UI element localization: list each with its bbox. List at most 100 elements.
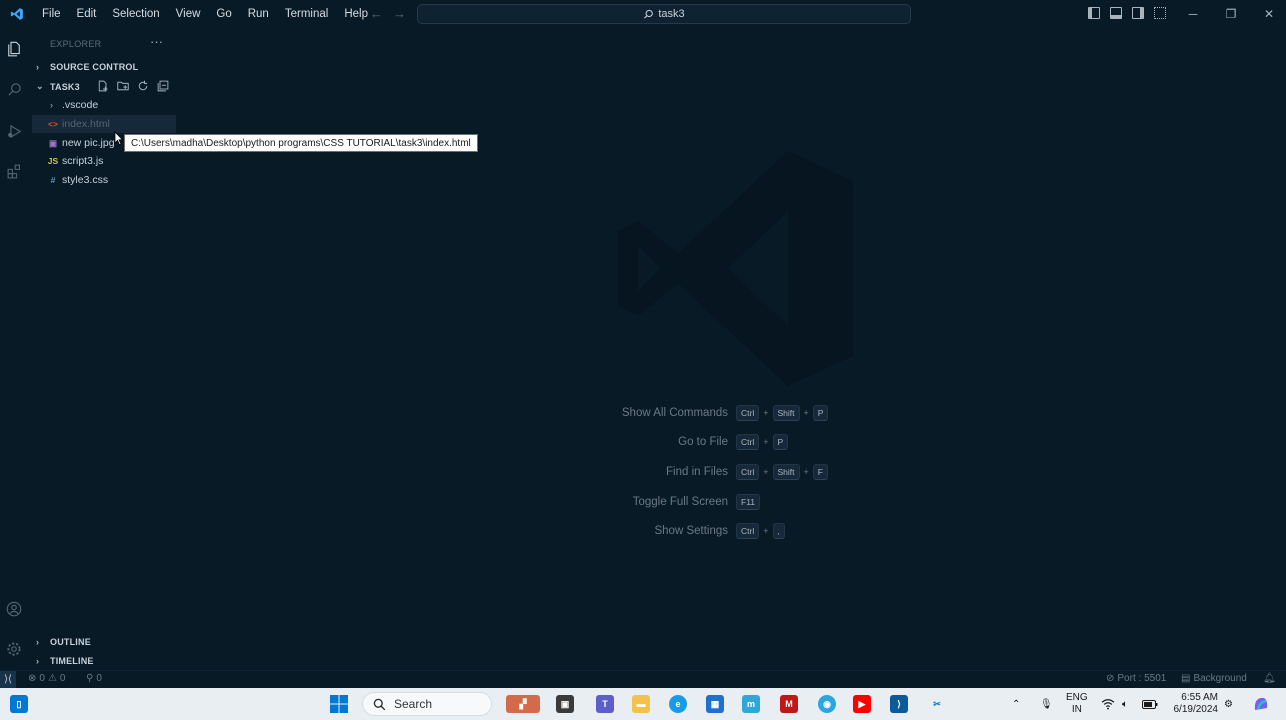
shortcut-find-in-files: Find in Files Ctrl + Shift + F	[560, 462, 828, 482]
tree-item-vscode[interactable]: › .vscode	[32, 96, 176, 114]
ports-count: 0	[96, 673, 102, 684]
menu-view[interactable]: View	[168, 8, 209, 20]
store-icon[interactable]: ▦	[706, 695, 724, 713]
tree-item-label: script3.js	[62, 155, 104, 167]
widgets-icon[interactable]: ▯	[10, 695, 28, 713]
system-clock[interactable]: 6:55 AM 6/19/2024	[1168, 688, 1219, 720]
timeline-section[interactable]: › TIMELINE	[36, 656, 94, 666]
explorer-sidebar: EXPLORER ··· › SOURCE CONTROL ⌄ TASK3 › …	[28, 28, 176, 670]
tree-item-index-html[interactable]: <> index.html	[32, 115, 176, 133]
language-code: ENG	[1066, 692, 1088, 703]
folder-section[interactable]: ⌄ TASK3	[36, 81, 80, 92]
chevron-right-icon: ›	[36, 656, 40, 666]
wifi-icon[interactable]	[1101, 688, 1115, 720]
minimize-button[interactable]: ─	[1174, 0, 1212, 28]
vscode-taskbar-icon[interactable]: ⟩	[890, 695, 908, 713]
edge-icon[interactable]: e	[669, 695, 687, 713]
toggle-panel-icon[interactable]	[1110, 7, 1122, 19]
mcafee-wps-icon[interactable]: m	[742, 695, 760, 713]
restore-button[interactable]: ❐	[1212, 0, 1250, 28]
bing-highlight-icon[interactable]: ▞	[506, 695, 540, 713]
antenna-icon: ⚲	[86, 673, 94, 684]
tree-item-style3[interactable]: # style3.css	[32, 171, 176, 189]
key-cap: F	[812, 464, 828, 480]
ports-indicator[interactable]: ⚲ 0	[86, 673, 102, 684]
command-center-search[interactable]: task3	[417, 4, 911, 24]
live-server-port[interactable]: ⊘ Port : 5501	[1106, 673, 1166, 684]
tray-overflow-icon[interactable]: ⌃	[1012, 688, 1020, 720]
menu-file[interactable]: File	[34, 8, 69, 20]
forward-arrow-icon[interactable]: →	[393, 6, 406, 21]
title-bar: File Edit Selection View Go Run Terminal…	[0, 0, 1286, 28]
key-cap: Shift	[772, 464, 800, 480]
menu-selection[interactable]: Selection	[104, 8, 167, 20]
toggle-secondary-sidebar-icon[interactable]	[1132, 7, 1144, 19]
menu-edit[interactable]: Edit	[69, 8, 105, 20]
key-cap: ,	[772, 523, 785, 539]
menu-go[interactable]: Go	[208, 8, 239, 20]
new-folder-icon[interactable]	[116, 79, 129, 92]
remote-indicator-icon[interactable]: ⟩⟨	[0, 671, 16, 688]
js-file-icon: JS	[47, 156, 59, 166]
source-control-section[interactable]: › SOURCE CONTROL	[36, 62, 138, 72]
customize-layout-icon[interactable]	[1154, 7, 1166, 19]
menu-run[interactable]: Run	[240, 8, 277, 20]
port-label: Port : 5501	[1117, 673, 1167, 684]
file-explorer-icon[interactable]: ▬	[632, 695, 650, 713]
taskbar-search[interactable]: Search	[362, 692, 492, 716]
extensions-icon[interactable]	[3, 160, 25, 182]
outline-section[interactable]: › OUTLINE	[36, 637, 91, 647]
problems-indicator[interactable]: ⊗ 0 ⚠ 0	[28, 673, 65, 684]
shortcut-go-to-file: Go to File Ctrl + P	[560, 432, 789, 452]
more-actions-icon[interactable]: ···	[150, 34, 163, 49]
search-icon[interactable]	[3, 78, 25, 100]
microphone-icon[interactable]: 🎙︎	[1040, 688, 1053, 720]
region-code: IN	[1071, 704, 1082, 715]
teams-icon[interactable]: T	[596, 695, 614, 713]
start-button[interactable]	[330, 695, 348, 713]
tree-item-script3[interactable]: JS script3.js	[32, 152, 176, 170]
timeline-label: TIMELINE	[50, 656, 94, 666]
warning-count: 0	[59, 673, 66, 684]
background-indicator[interactable]: ▤ Background	[1181, 673, 1247, 684]
layout-controls	[1088, 7, 1166, 19]
key-cap: Ctrl	[736, 434, 760, 450]
shortcut-show-all-commands: Show All Commands Ctrl + Shift + P	[560, 403, 829, 423]
nav-arrows: ← →	[370, 6, 406, 21]
command-center-label: task3	[658, 8, 685, 20]
error-icon: ⊗	[28, 673, 37, 684]
focus-settings-icon[interactable]: ⚙	[1224, 688, 1233, 720]
battery-icon[interactable]	[1142, 688, 1158, 720]
image-file-icon: ▣	[48, 137, 58, 148]
background-label: Background	[1193, 673, 1247, 684]
close-button[interactable]: ✕	[1250, 0, 1286, 28]
tree-item-label: style3.css	[62, 174, 109, 186]
snipping-tool-icon[interactable]: ✂	[928, 695, 946, 713]
language-indicator[interactable]: ENG IN	[1066, 688, 1088, 720]
collapse-all-icon[interactable]	[156, 79, 169, 92]
chevron-right-icon: ›	[50, 100, 53, 110]
youtube-icon[interactable]: ▶	[853, 695, 871, 713]
mcafee-shield-icon[interactable]: M	[780, 695, 798, 713]
shortcut-show-settings: Show Settings Ctrl + ,	[560, 521, 785, 541]
toggle-primary-sidebar-icon[interactable]	[1088, 7, 1100, 19]
refresh-icon[interactable]	[136, 79, 149, 92]
menu-terminal[interactable]: Terminal	[277, 8, 336, 20]
window-controls: ─ ❐ ✕	[1174, 0, 1286, 28]
key-cap: P	[812, 405, 829, 421]
volume-icon[interactable]: 🔈︎	[1122, 688, 1128, 720]
run-debug-icon[interactable]	[3, 120, 25, 142]
chevron-right-icon: ›	[36, 637, 40, 647]
manage-gear-icon[interactable]	[3, 638, 25, 660]
copilot-icon[interactable]	[1252, 688, 1270, 720]
task-view-icon[interactable]: ▣	[556, 695, 574, 713]
notifications-bell-icon[interactable]: 🔔︎	[1263, 673, 1276, 684]
accounts-icon[interactable]	[3, 598, 25, 620]
back-arrow-icon[interactable]: ←	[370, 6, 383, 21]
chrome-icon[interactable]: ◉	[818, 695, 836, 713]
html-file-icon: <>	[48, 119, 58, 129]
taskbar-search-label: Search	[394, 697, 433, 711]
explorer-icon[interactable]	[3, 38, 25, 60]
new-file-icon[interactable]	[96, 79, 109, 92]
explorer-title: EXPLORER	[50, 39, 102, 49]
